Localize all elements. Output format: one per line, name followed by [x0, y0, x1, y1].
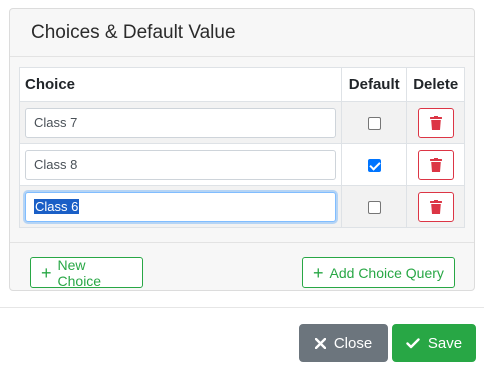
choice-input[interactable]: Class 8	[25, 149, 336, 180]
choice-cell: Class 7	[19, 101, 342, 144]
save-button[interactable]: Save	[392, 324, 476, 362]
header-default: Default	[340, 67, 408, 102]
table-row: Class 6	[19, 185, 465, 228]
plus-icon: +	[313, 262, 324, 283]
panel-title: Choices & Default Value	[10, 9, 474, 57]
choice-value: Class 8	[34, 157, 78, 172]
choice-input[interactable]: Class 7	[25, 107, 336, 138]
default-checkbox[interactable]	[367, 201, 381, 215]
add-choice-query-button[interactable]: + Add Choice Query	[302, 257, 455, 288]
trash-icon	[429, 199, 442, 214]
dialog-divider	[0, 307, 484, 308]
close-label: Close	[333, 334, 373, 352]
delete-cell	[406, 143, 465, 186]
default-cell	[340, 185, 408, 228]
delete-choice-button[interactable]	[417, 191, 454, 222]
header-delete: Delete	[406, 67, 465, 102]
default-checkbox[interactable]	[367, 117, 381, 131]
table-row: Class 8	[19, 143, 465, 186]
delete-choice-button[interactable]	[417, 149, 454, 180]
choice-value: Class 6	[34, 199, 80, 214]
table-row: Class 7	[19, 101, 465, 144]
add-choice-query-label: Add Choice Query	[329, 264, 444, 281]
trash-icon	[429, 115, 442, 130]
x-icon	[314, 337, 326, 349]
choices-panel: Choices & Default Value Choice Default D…	[9, 8, 475, 291]
choice-cell: Class 8	[19, 143, 342, 186]
choices-table-wrap: Choice Default Delete Class 7 Class 8 Cl…	[19, 67, 465, 228]
new-choice-label: New Choice	[57, 256, 102, 289]
delete-cell	[406, 185, 465, 228]
table-header-row: Choice Default Delete	[19, 67, 465, 102]
choice-input[interactable]: Class 6	[25, 191, 336, 222]
trash-icon	[429, 157, 442, 172]
choice-value: Class 7	[34, 115, 78, 130]
default-cell	[340, 143, 408, 186]
header-choice: Choice	[19, 67, 342, 102]
delete-cell	[406, 101, 465, 144]
choices-table: Choice Default Delete Class 7 Class 8 Cl…	[19, 67, 465, 228]
default-cell	[340, 101, 408, 144]
save-label: Save	[427, 334, 463, 352]
close-button[interactable]: Close	[299, 324, 388, 362]
delete-choice-button[interactable]	[417, 107, 454, 138]
check-icon	[406, 337, 420, 349]
default-checkbox[interactable]	[367, 159, 381, 173]
choice-cell: Class 6	[19, 185, 342, 228]
panel-footer: + New Choice + Add Choice Query	[10, 242, 474, 291]
plus-icon: +	[41, 262, 52, 283]
new-choice-button[interactable]: + New Choice	[30, 256, 143, 289]
